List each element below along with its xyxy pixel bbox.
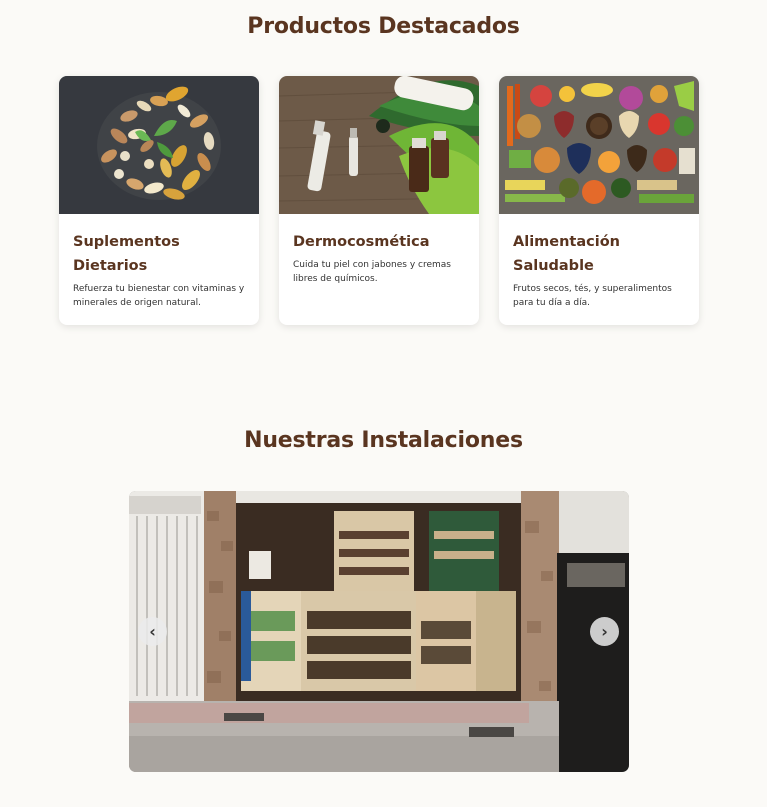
product-card-supplements[interactable]: Suplementos Dietarios Refuerza tu bienes… bbox=[59, 76, 259, 325]
product-card-dermocosmetics[interactable]: Dermocosmética Cuida tu piel con jabones… bbox=[279, 76, 479, 325]
cosmetics-image bbox=[279, 76, 479, 214]
facilities-heading: Nuestras Instalaciones bbox=[244, 428, 523, 453]
card-description: Frutos secos, tés, y superalimentos para… bbox=[513, 284, 672, 308]
store-front-photo bbox=[129, 491, 629, 772]
chevron-left-icon: ‹ bbox=[149, 622, 156, 641]
product-card-healthy-food[interactable]: Alimentación Saludable Frutos secos, tés… bbox=[499, 76, 699, 325]
card-description: Cuida tu piel con jabones y cremas libre… bbox=[293, 260, 451, 284]
product-cards: Suplementos Dietarios Refuerza tu bienes… bbox=[59, 76, 709, 326]
card-title: Suplementos Dietarios bbox=[73, 234, 180, 274]
carousel-prev-button[interactable]: ‹ bbox=[138, 617, 167, 646]
healthy-food-image bbox=[499, 76, 699, 214]
carousel-next-button[interactable]: › bbox=[590, 617, 619, 646]
card-title: Dermocosmética bbox=[293, 234, 430, 250]
card-description: Refuerza tu bienestar con vitaminas y mi… bbox=[73, 284, 245, 308]
facilities-carousel[interactable] bbox=[129, 491, 629, 772]
chevron-right-icon: › bbox=[601, 622, 608, 641]
supplements-image bbox=[59, 76, 259, 214]
card-title: Alimentación Saludable bbox=[513, 234, 620, 274]
products-heading: Productos Destacados bbox=[247, 14, 520, 39]
